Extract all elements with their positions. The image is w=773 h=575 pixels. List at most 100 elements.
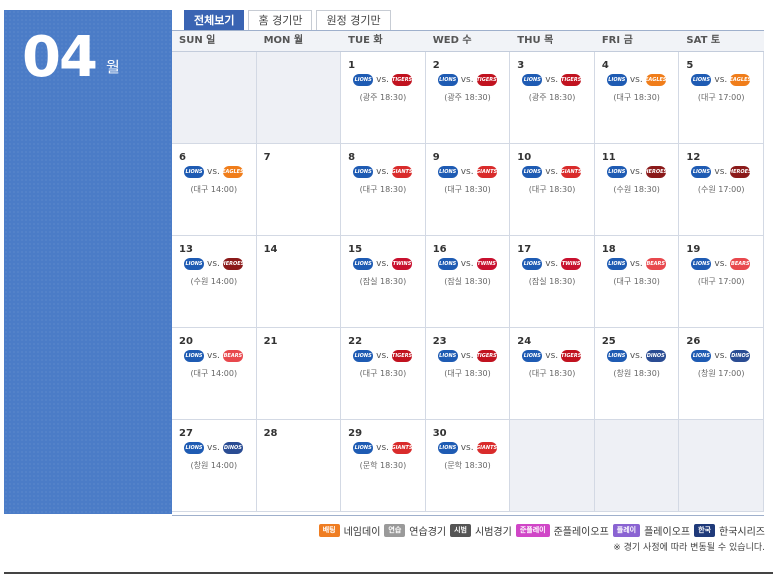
vs-label: vs. xyxy=(460,167,474,177)
game-venue-time: (광주 18:30) xyxy=(444,93,491,102)
matchup[interactable]: LIONS vs. HEROES xyxy=(691,166,752,178)
day-number: 30 xyxy=(432,428,447,439)
vs-label: vs. xyxy=(376,351,390,361)
game-venue-time: (잠실 18:30) xyxy=(444,277,491,286)
game-type-legend: 배팅 네임데이 연습 연습경기 시범 시범경기 준플레이 준플레이오프 플레이 플레이오프 한국 한국… xyxy=(318,523,765,538)
home-team-logo-icon: LIONS xyxy=(184,442,204,454)
game-venue-time: (대구 17:00) xyxy=(697,93,745,102)
game-venue-time: (대구 18:30) xyxy=(444,185,491,194)
vs-label: vs. xyxy=(714,167,728,177)
vs-label: vs. xyxy=(460,75,474,85)
vs-label: vs. xyxy=(629,259,643,269)
day-number: 29 xyxy=(348,428,363,439)
matchup[interactable]: LIONS vs. TWINS xyxy=(522,258,582,270)
calendar-empty-cell xyxy=(594,420,680,512)
tab-all[interactable]: 전체보기 xyxy=(184,10,245,30)
legend-badge: 시범 xyxy=(450,524,471,537)
day-number: 9 xyxy=(432,152,440,163)
matchup[interactable]: LIONS vs. DINOS xyxy=(691,350,751,362)
opponent-team-logo-icon: DINOS xyxy=(730,350,751,362)
home-team-logo-icon: LIONS xyxy=(353,74,374,86)
opponent-team-logo-icon: BEARS xyxy=(730,258,751,270)
matchup[interactable]: LIONS vs. BEARS xyxy=(691,258,751,270)
game-venue-time: (창원 14:00) xyxy=(190,461,238,470)
game-venue-time: (광주 18:30) xyxy=(359,93,407,102)
matchup[interactable]: LIONS vs. DINOS xyxy=(606,350,666,362)
matchup[interactable]: LIONS vs. EAGLES xyxy=(606,74,667,86)
legend-badge: 배팅 xyxy=(318,524,340,537)
matchup[interactable]: LIONS vs. TIGERS xyxy=(437,350,497,362)
tab-home-only[interactable]: 홈 경기만 xyxy=(248,10,313,30)
weekday-mon: MON 월 xyxy=(263,35,304,46)
home-team-logo-icon: LIONS xyxy=(184,258,204,270)
day-number: 13 xyxy=(179,244,193,255)
day-number: 16 xyxy=(432,244,447,255)
matchup[interactable]: LIONS vs. TWINS xyxy=(437,258,497,270)
matchup[interactable]: LIONS vs. HEROES xyxy=(606,166,667,178)
home-team-logo-icon: LIONS xyxy=(606,350,627,362)
matchup[interactable]: LIONS vs. GIANTS xyxy=(437,166,497,178)
legend-label: 준플레이오프 xyxy=(553,527,609,538)
day-number: 21 xyxy=(263,336,278,347)
vs-label: vs. xyxy=(714,259,728,269)
calendar-day-cell: 25 LIONS vs. DINOS (창원 18:30) xyxy=(594,328,680,420)
vs-label: vs. xyxy=(545,167,559,177)
matchup[interactable]: LIONS vs. HEROES xyxy=(184,258,244,270)
opponent-team-logo-icon: TIGERS xyxy=(392,350,412,362)
game-venue-time: (수원 18:30) xyxy=(613,185,660,194)
vs-label: vs. xyxy=(714,75,728,85)
home-team-logo-icon: LIONS xyxy=(437,74,458,86)
tab-away-only[interactable]: 원정 경기만 xyxy=(316,10,391,30)
matchup[interactable]: LIONS vs. BEARS xyxy=(606,258,666,270)
game-venue-time: (대구 14:00) xyxy=(190,369,238,378)
matchup[interactable]: LIONS vs. BEARS xyxy=(184,350,243,362)
home-team-logo-icon: LIONS xyxy=(691,350,712,362)
home-team-logo-icon: LIONS xyxy=(437,258,458,270)
matchup[interactable]: LIONS vs. TIGERS xyxy=(353,74,412,86)
vs-label: vs. xyxy=(629,351,643,361)
matchup[interactable]: LIONS vs. GIANTS xyxy=(522,166,582,178)
home-team-logo-icon: LIONS xyxy=(437,442,458,454)
day-number: 26 xyxy=(686,336,701,347)
calendar-day-cell: 19 LIONS vs. BEARS (대구 17:00) xyxy=(679,236,764,328)
calendar-empty-cell xyxy=(510,420,595,512)
home-team-logo-icon: LIONS xyxy=(522,166,543,178)
game-venue-time: (대구 18:30) xyxy=(359,369,407,378)
opponent-team-logo-icon: TIGERS xyxy=(561,350,581,362)
calendar-day-cell: 18 LIONS vs. BEARS (대구 18:30) xyxy=(594,236,680,328)
matchup[interactable]: LIONS vs. GIANTS xyxy=(353,166,413,178)
day-number: 19 xyxy=(686,244,701,255)
matchup[interactable]: LIONS vs. EAGLES xyxy=(184,166,244,178)
vs-label: vs. xyxy=(207,351,220,361)
matchup[interactable]: LIONS vs. TIGERS xyxy=(353,350,412,362)
opponent-team-logo-icon: GIANTS xyxy=(392,442,413,454)
home-team-logo-icon: LIONS xyxy=(353,350,374,362)
matchup[interactable]: LIONS vs. GIANTS xyxy=(437,442,497,454)
day-number: 28 xyxy=(263,428,278,439)
month-panel: 04 월 xyxy=(4,10,172,514)
day-number: 6 xyxy=(179,152,186,163)
legend-label: 연습경기 xyxy=(409,527,447,538)
vs-label: vs. xyxy=(376,259,390,269)
day-number: 17 xyxy=(517,244,532,255)
opponent-team-logo-icon: TIGERS xyxy=(476,74,497,86)
vs-label: vs. xyxy=(207,259,220,269)
weekday-thu: THU 목 xyxy=(517,35,554,46)
vs-label: vs. xyxy=(460,351,474,361)
matchup[interactable]: LIONS vs. EAGLES xyxy=(691,74,751,86)
opponent-team-logo-icon: TWINS xyxy=(476,258,497,270)
day-number: 27 xyxy=(179,428,193,439)
matchup[interactable]: LIONS vs. TIGERS xyxy=(522,350,581,362)
legend-badge: 한국 xyxy=(694,524,715,537)
matchup[interactable]: LIONS vs. GIANTS xyxy=(353,442,413,454)
calendar-day-cell: 2 LIONS vs. TIGERS (광주 18:30) xyxy=(425,52,511,144)
matchup[interactable]: LIONS vs. DINOS xyxy=(184,442,243,454)
vs-label: vs. xyxy=(545,351,559,361)
home-team-logo-icon: LIONS xyxy=(691,74,712,86)
calendar-day-cell: 17 LIONS vs. TWINS (잠실 18:30) xyxy=(510,236,595,328)
day-number: 11 xyxy=(601,152,616,163)
matchup[interactable]: LIONS vs. TWINS xyxy=(353,258,413,270)
home-team-logo-icon: LIONS xyxy=(184,350,204,362)
matchup[interactable]: LIONS vs. TIGERS xyxy=(522,74,581,86)
matchup[interactable]: LIONS vs. TIGERS xyxy=(437,74,497,86)
